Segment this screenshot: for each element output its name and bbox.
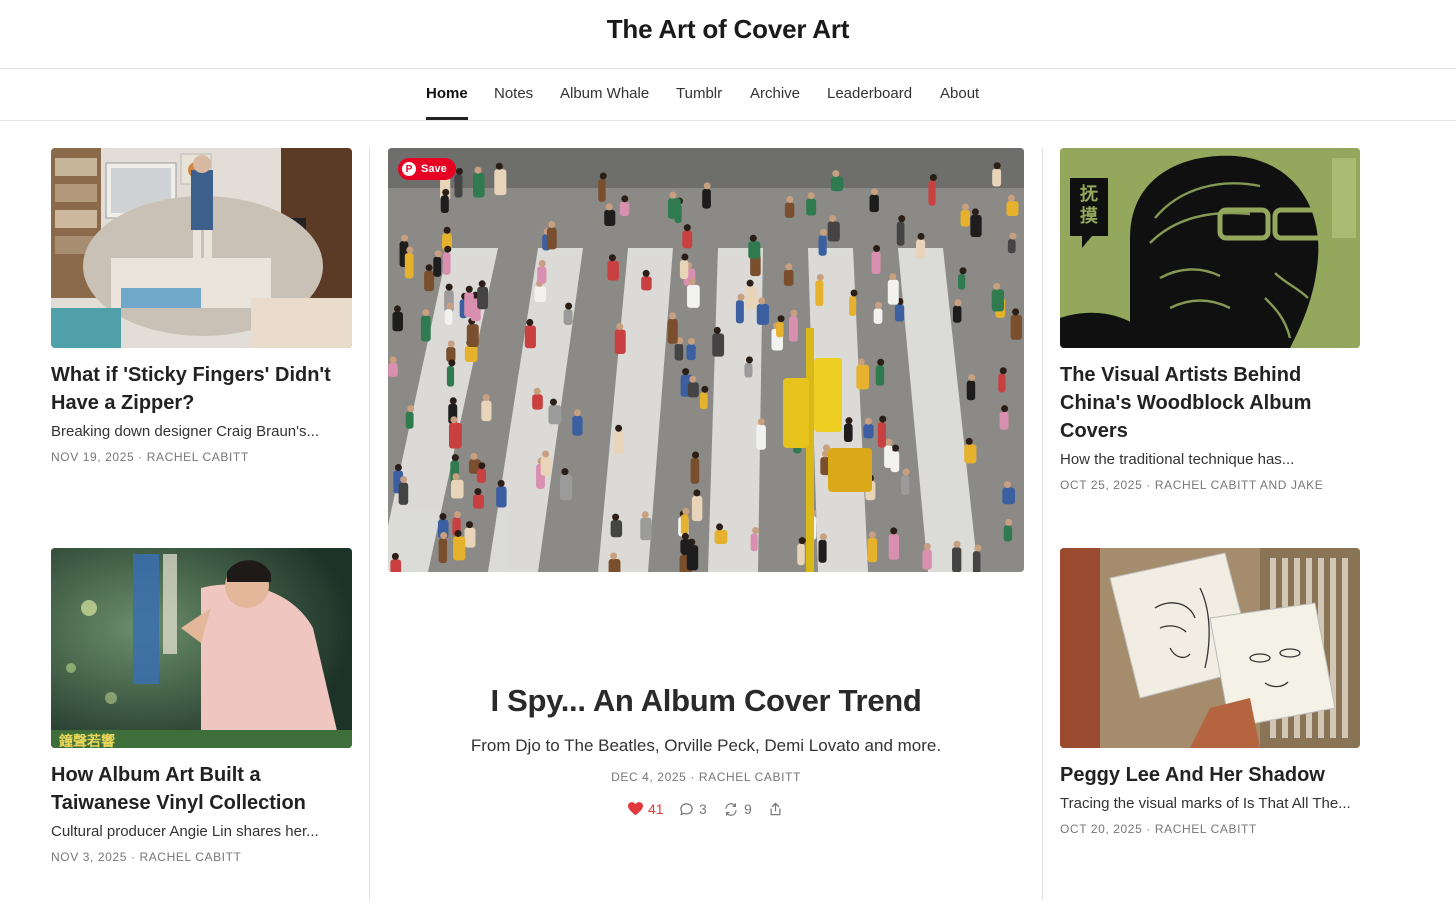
post-thumbnail[interactable]: 抚摸 (1060, 148, 1360, 348)
comment-button[interactable]: 3 (679, 799, 707, 819)
like-button[interactable]: 41 (628, 799, 664, 819)
album-cover-text: 鐘聲若響 (59, 734, 115, 748)
post-thumbnail[interactable]: 鐘聲若響 (51, 548, 352, 748)
post-subtitle: Cultural producer Angie Lin shares her..… (51, 823, 319, 840)
featured-post-image[interactable] (388, 148, 1024, 572)
active-tab-indicator (426, 117, 468, 120)
restack-icon (725, 802, 737, 816)
woodblock-cover-text: 抚摸 (1080, 184, 1098, 227)
post-meta: NOV 19, 2025 · RACHEL CABITT (51, 450, 249, 464)
post-meta: OCT 20, 2025 · RACHEL CABITT (1060, 822, 1257, 836)
featured-post-subtitle: From Djo to The Beatles, Orville Peck, D… (470, 736, 942, 755)
post-title[interactable]: What if 'Sticky Fingers' Didn't Have a Z… (51, 361, 361, 417)
post-subtitle: How the traditional technique has... (1060, 451, 1295, 468)
nav-item-home[interactable]: Home (426, 85, 468, 102)
comment-count: 3 (699, 801, 707, 817)
save-label: Save (421, 163, 447, 175)
post-subtitle: Tracing the visual marks of Is That All … (1060, 795, 1351, 812)
post-meta: OCT 25, 2025 · RACHEL CABITT AND JAKE (1060, 478, 1324, 492)
featured-post-meta: DEC 4, 2025 · RACHEL CABITT (611, 770, 801, 784)
post-title[interactable]: How Album Art Built a Taiwanese Vinyl Co… (51, 761, 351, 817)
post-meta: NOV 3, 2025 · RACHEL CABITT (51, 850, 242, 864)
site-title[interactable]: The Art of Cover Art (0, 14, 1456, 45)
featured-post-title[interactable]: I Spy... An Album Cover Trend (388, 683, 1024, 719)
nav-item-leaderboard[interactable]: Leaderboard (827, 85, 912, 102)
site-header: The Art of Cover Art (0, 0, 1456, 69)
nav-bar: Home Notes Album Whale Tumblr Archive Le… (0, 69, 1456, 121)
column-divider-left (369, 148, 370, 900)
nav-item-tumblr[interactable]: Tumblr (676, 85, 722, 102)
share-icon (770, 802, 781, 816)
share-button[interactable] (768, 799, 783, 819)
pinterest-save-button[interactable]: P Save (398, 158, 456, 180)
nav-item-about[interactable]: About (940, 85, 979, 102)
restack-button[interactable]: 9 (723, 799, 752, 819)
heart-icon (628, 802, 643, 816)
column-divider-right (1042, 148, 1043, 900)
post-subtitle: Breaking down designer Craig Braun's... (51, 423, 320, 440)
nav-item-album-whale[interactable]: Album Whale (560, 85, 649, 102)
restack-count: 9 (744, 801, 752, 817)
nav-item-notes[interactable]: Notes (494, 85, 533, 102)
like-count: 41 (648, 801, 664, 817)
pinterest-icon: P (402, 162, 416, 176)
comment-icon (680, 802, 693, 816)
post-thumbnail[interactable] (1060, 548, 1360, 748)
post-title[interactable]: Peggy Lee And Her Shadow (1060, 761, 1360, 789)
nav-item-archive[interactable]: Archive (750, 85, 800, 102)
post-title[interactable]: The Visual Artists Behind China's Woodbl… (1060, 361, 1360, 445)
post-thumbnail[interactable] (51, 148, 352, 348)
